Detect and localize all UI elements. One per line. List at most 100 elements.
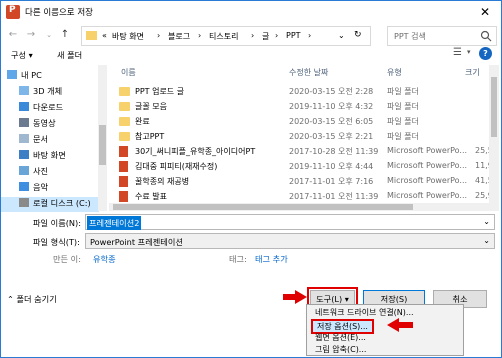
menu-item-map-network-drive[interactable]: 네트워크 드라이브 연결(N)...: [315, 307, 414, 318]
breadcrumb-tistory[interactable]: 티스토리: [209, 31, 238, 42]
address-bar[interactable]: « 바탕 화면 › 블로그 › 티스토리 › 글 › PPT › ⌄ ↻: [81, 26, 371, 46]
help-icon[interactable]: ?: [479, 47, 492, 60]
breadcrumb-separator[interactable]: ›: [308, 31, 311, 40]
save-as-dialog: 다른 이름으로 저장 ✕ ← → ⌄ ↑ « 바탕 화면 › 블로그 › 티스토…: [0, 0, 502, 358]
list-item[interactable]: 30기_써니피플_유학종_아이디어PT 2017-10-28 오전 11:39 …: [109, 145, 493, 158]
sidebar-item-label: 다운로드: [33, 102, 64, 112]
sidebar-item-3d-objects[interactable]: 3D 개체: [19, 85, 62, 100]
menu-item-web-options[interactable]: 웹면 옵션(E)...: [315, 332, 366, 343]
author-label: 만든 이:: [53, 254, 81, 264]
list-item[interactable]: 꿀학종의 재공병 2017-11-01 오후 7:16 Microsoft Po…: [109, 175, 493, 188]
breadcrumb-ppt[interactable]: PPT: [286, 31, 301, 40]
file-date: 2019-11-10 오후 4:32: [289, 102, 374, 111]
sidebar-item-label: 바탕 화면: [33, 150, 66, 160]
list-item[interactable]: 완료 2020-03-15 오전 6:05 파일 폴더: [109, 115, 489, 128]
list-item[interactable]: PPT 업로드 글 2020-03-15 오전 2:28 파일 폴더: [109, 85, 489, 98]
scrollbar-thumb[interactable]: [113, 204, 413, 210]
file-date: 2020-03-15 오전 6:05: [289, 117, 374, 126]
search-placeholder: PPT 검색: [394, 32, 426, 41]
breadcrumb-separator[interactable]: ›: [275, 31, 278, 40]
title-bar: 다른 이름으로 저장 ✕: [1, 1, 501, 23]
up-arrow-icon[interactable]: ↑: [57, 27, 73, 43]
breadcrumb-overflow[interactable]: «: [102, 31, 107, 40]
chevron-down-icon[interactable]: ⌄: [483, 217, 490, 226]
tools-menu: 네트워크 드라이브 연결(N)... 저장 옵션(S)... 웹면 옵션(E).…: [306, 304, 464, 356]
scrollbar-thumb[interactable]: [99, 125, 106, 165]
sidebar-item-label: 음악: [33, 182, 49, 192]
file-type: 파일 폴더: [387, 102, 419, 111]
sidebar-item-label: 3D 개체: [33, 86, 63, 96]
list-item[interactable]: 참고PPT 2020-03-15 오후 2:21 파일 폴더: [109, 130, 489, 143]
view-dropdown-icon[interactable]: ▾: [467, 48, 471, 56]
organize-menu[interactable]: 구성 ▾: [11, 49, 33, 61]
sidebar-item-label: 동영상: [33, 118, 56, 128]
recent-dropdown-icon[interactable]: ⌄: [41, 27, 57, 43]
author-value[interactable]: 유학종: [93, 253, 116, 265]
sidebar-item-downloads[interactable]: 다운로드: [19, 101, 63, 116]
view-options-icon[interactable]: ☰: [453, 47, 462, 58]
column-header-date[interactable]: 수정한 날짜: [289, 67, 328, 78]
filetype-select[interactable]: PowerPoint 프레젠테이션 ⌄: [85, 233, 495, 249]
file-date: 2017-11-01 오후 7:16: [289, 177, 374, 186]
breadcrumb-desktop[interactable]: 바탕 화면: [112, 31, 144, 42]
sidebar-item-label: 로컬 디스크 (C:): [33, 198, 91, 208]
powerpoint-file-icon: [119, 176, 128, 187]
powerpoint-file-icon: [119, 161, 128, 172]
list-item[interactable]: 수료 발표 2017-11-01 오전 11:39 Microsoft Powe…: [109, 190, 493, 203]
music-icon: [19, 182, 29, 191]
sidebar-item-desktop[interactable]: 바탕 화면: [19, 149, 66, 164]
address-dropdown-icon[interactable]: ⌄: [338, 31, 345, 40]
file-date: 2017-10-28 오전 11:39: [289, 147, 379, 156]
file-type: Microsoft PowerPo...: [387, 191, 468, 200]
navigation-scrollbar[interactable]: [98, 65, 107, 211]
file-type: 파일 폴더: [387, 132, 419, 141]
powerpoint-file-icon: [119, 146, 128, 157]
file-type: Microsoft PowerPo...: [387, 146, 468, 155]
sidebar-item-videos[interactable]: 동영상: [19, 117, 56, 132]
cube-icon: [19, 86, 29, 95]
powerpoint-file-icon: [119, 191, 128, 202]
file-name: 30기_써니피플_유학종_아이디어PT: [135, 147, 256, 156]
close-button[interactable]: ✕: [469, 1, 501, 23]
file-type: Microsoft PowerPo...: [387, 176, 468, 185]
back-arrow-icon[interactable]: ←: [5, 27, 21, 43]
new-folder-button[interactable]: 새 폴더: [57, 49, 82, 61]
column-header-size[interactable]: 크기: [465, 67, 480, 78]
search-box[interactable]: PPT 검색: [387, 26, 497, 46]
window-title: 다른 이름으로 저장: [25, 8, 93, 18]
file-date: 2017-11-01 오전 11:39: [289, 192, 379, 201]
powerpoint-icon: [6, 5, 20, 19]
search-icon: [480, 30, 492, 42]
tags-value[interactable]: 태그 추가: [255, 253, 288, 265]
red-arrow-icon: [283, 290, 307, 304]
column-header-name[interactable]: 이름: [121, 67, 136, 78]
sidebar-item-documents[interactable]: 문서: [19, 133, 48, 148]
breadcrumb-separator[interactable]: ›: [251, 31, 254, 40]
sidebar-item-local-disk[interactable]: 로컬 디스크 (C:): [1, 197, 99, 212]
menu-item-compress-pictures[interactable]: 그림 압축(C)...: [315, 344, 366, 355]
sidebar-item-pictures[interactable]: 사진: [19, 165, 48, 180]
column-header-type[interactable]: 유형: [387, 67, 402, 78]
file-name: 참고PPT: [135, 132, 165, 141]
command-bar: 구성 ▾ 새 폴더 ☰ ▾ ?: [1, 47, 501, 65]
sidebar-item-music[interactable]: 음악: [19, 181, 48, 196]
file-name: 김대중 피피티(재재수정): [135, 162, 218, 171]
list-item[interactable]: 김대중 피피티(재재수정) 2019-11-10 오후 4:44 Microso…: [109, 160, 493, 173]
breadcrumb-separator[interactable]: ›: [198, 31, 201, 40]
file-list-scrollbar[interactable]: [489, 65, 499, 211]
forward-arrow-icon[interactable]: →: [23, 27, 39, 43]
scrollbar-thumb[interactable]: [491, 77, 497, 137]
list-item[interactable]: 글꼴 모음 2019-11-10 오후 4:32 파일 폴더: [109, 100, 489, 113]
refresh-icon[interactable]: ↻: [354, 30, 362, 40]
file-name: 꿀학종의 재공병: [135, 177, 190, 186]
horizontal-scrollbar[interactable]: [109, 203, 489, 211]
sidebar-item-label: 문서: [33, 134, 49, 144]
breadcrumb-blog[interactable]: 블로그: [168, 31, 190, 42]
filename-field[interactable]: 프레젠테이션2 ⌄: [85, 214, 495, 230]
red-arrow-icon: [387, 318, 413, 332]
sidebar-item-pc[interactable]: 내 PC: [7, 69, 42, 84]
chevron-down-icon[interactable]: ⌄: [483, 236, 490, 245]
breadcrumb-separator[interactable]: ›: [157, 31, 160, 40]
breadcrumb-post[interactable]: 글: [262, 31, 269, 42]
hide-folders-toggle[interactable]: ⌃ 폴더 숨기기: [7, 293, 57, 305]
